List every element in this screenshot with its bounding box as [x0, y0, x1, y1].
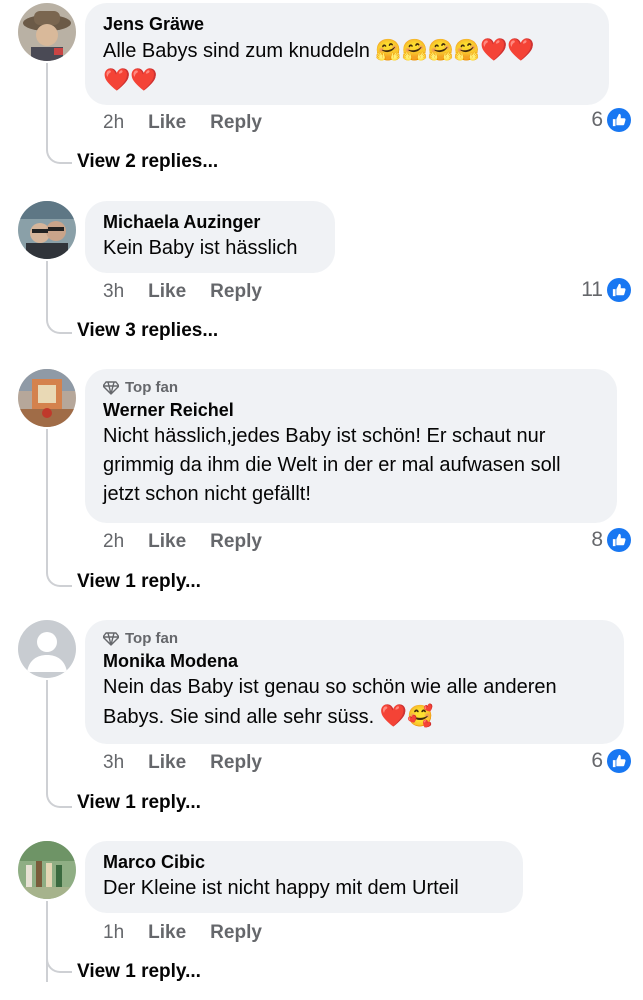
thread-curve — [46, 792, 72, 808]
avatar[interactable] — [18, 201, 76, 259]
thread-line — [46, 680, 48, 792]
reaction-count: 6 — [591, 108, 603, 131]
comment: Top fan Werner Reichel Nicht hässlich,je… — [0, 368, 643, 598]
comment-bubble: Marco Cibic Der Kleine ist nicht happy m… — [85, 841, 523, 913]
top-fan-badge: Top fan — [103, 379, 599, 396]
comment-actions: 1h Like Reply — [103, 922, 262, 944]
avatar[interactable] — [18, 620, 76, 678]
reply-button[interactable]: Reply — [210, 531, 262, 553]
thread-line — [46, 901, 48, 982]
comment: Michaela Auzinger Kein Baby ist hässlich… — [0, 200, 643, 350]
hug-emoji-icon: 🤗 — [375, 38, 402, 62]
commenter-name[interactable]: Werner Reichel — [103, 399, 599, 422]
reaction-summary[interactable]: 8 — [591, 528, 631, 552]
heart-emoji-icon: ❤️ — [130, 68, 158, 93]
comment-actions: 3h Like Reply — [103, 752, 262, 774]
reaction-summary[interactable]: 6 — [591, 749, 631, 773]
heart-emoji-icon: ❤️ — [480, 38, 508, 63]
reaction-count: 11 — [581, 278, 603, 301]
top-fan-badge: Top fan — [103, 630, 606, 647]
like-button[interactable]: Like — [148, 281, 186, 303]
comment: Top fan Monika Modena Nein das Baby ist … — [0, 619, 643, 819]
heart-emoji-icon: ❤️ — [103, 68, 131, 93]
comment-time[interactable]: 2h — [103, 112, 124, 134]
thread-curve — [46, 571, 72, 587]
heart-emoji-icon: ❤️ — [379, 704, 408, 729]
avatar[interactable] — [18, 3, 76, 61]
comment-bubble: Top fan Werner Reichel Nicht hässlich,je… — [85, 369, 617, 523]
hug-emoji-icon: 🤗 — [453, 38, 481, 62]
thumbs-up-icon — [607, 528, 631, 552]
thread-curve — [46, 957, 72, 973]
like-button[interactable]: Like — [148, 112, 186, 134]
comment-actions: 2h Like Reply — [103, 112, 262, 134]
comment-bubble: Jens Gräwe Alle Babys sind zum knuddeln … — [85, 3, 609, 105]
comment-bubble: Michaela Auzinger Kein Baby ist hässlich — [85, 201, 335, 273]
like-button[interactable]: Like — [148, 752, 186, 774]
thread-line — [46, 63, 48, 148]
comment-bubble: Top fan Monika Modena Nein das Baby ist … — [85, 620, 624, 744]
view-replies-link[interactable]: View 1 reply... — [77, 571, 201, 593]
thumbs-up-icon — [607, 749, 631, 773]
view-replies-link[interactable]: View 1 reply... — [77, 961, 201, 983]
reply-button[interactable]: Reply — [210, 922, 262, 944]
like-button[interactable]: Like — [148, 922, 186, 944]
comment-time[interactable]: 2h — [103, 531, 124, 553]
comment-text: Der Kleine ist nicht happy mit dem Urtei… — [103, 877, 459, 899]
reaction-summary[interactable]: 11 — [581, 278, 631, 302]
comment-text: Alle Babys sind zum knuddeln 🤗🤗🤗🤗❤️❤️ ❤️… — [103, 38, 535, 93]
smiling-face-with-hearts-icon: 🥰 — [407, 704, 434, 728]
comment-text: Kein Baby ist hässlich — [103, 237, 298, 259]
hug-emoji-icon: 🤗 — [427, 38, 454, 62]
diamond-icon — [103, 631, 119, 646]
commenter-name[interactable]: Marco Cibic — [103, 851, 505, 874]
diamond-icon — [103, 380, 119, 395]
commenter-name[interactable]: Monika Modena — [103, 650, 606, 673]
comment-time[interactable]: 3h — [103, 281, 124, 303]
thread-curve — [46, 148, 72, 164]
thread-line — [46, 429, 48, 571]
reaction-count: 8 — [591, 528, 603, 551]
reply-button[interactable]: Reply — [210, 281, 262, 303]
like-button[interactable]: Like — [148, 531, 186, 553]
comment: Jens Gräwe Alle Babys sind zum knuddeln … — [0, 0, 643, 190]
commenter-name[interactable]: Jens Gräwe — [103, 13, 591, 36]
comment-time[interactable]: 3h — [103, 752, 124, 774]
comment-actions: 3h Like Reply — [103, 281, 262, 303]
thread-curve — [46, 318, 72, 334]
thumbs-up-icon — [607, 108, 631, 132]
hug-emoji-icon: 🤗 — [401, 38, 428, 62]
comment-text: Nicht hässlich,jedes Baby ist schön! Er … — [103, 425, 561, 505]
avatar[interactable] — [18, 841, 76, 899]
reaction-summary[interactable]: 6 — [591, 108, 631, 132]
view-replies-link[interactable]: View 3 replies... — [77, 320, 218, 342]
heart-emoji-icon: ❤️ — [507, 38, 535, 63]
comment-text: Nein das Baby ist genau so schön wie all… — [103, 676, 557, 729]
view-replies-link[interactable]: View 1 reply... — [77, 792, 201, 814]
reply-button[interactable]: Reply — [210, 752, 262, 774]
view-replies-link[interactable]: View 2 replies... — [77, 151, 218, 173]
reply-button[interactable]: Reply — [210, 112, 262, 134]
avatar[interactable] — [18, 369, 76, 427]
comment-time[interactable]: 1h — [103, 922, 124, 944]
thumbs-up-icon — [607, 278, 631, 302]
thread-line — [46, 261, 48, 318]
comment: Marco Cibic Der Kleine ist nicht happy m… — [0, 840, 643, 1000]
commenter-name[interactable]: Michaela Auzinger — [103, 211, 317, 234]
comment-actions: 2h Like Reply — [103, 531, 262, 553]
reaction-count: 6 — [591, 749, 603, 772]
